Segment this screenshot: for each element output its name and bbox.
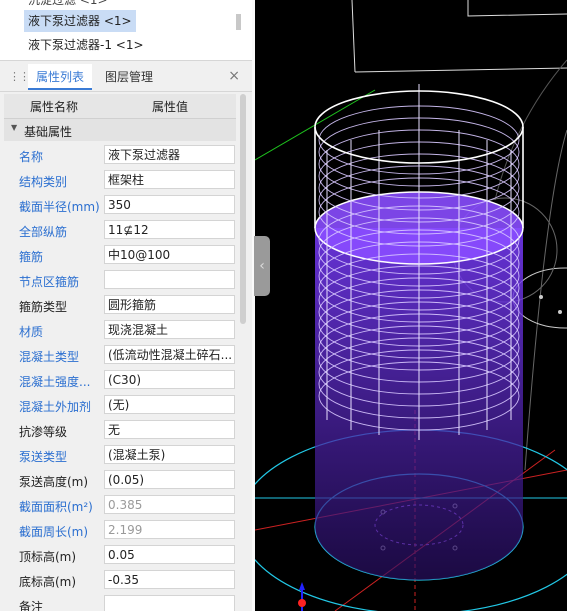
property-value[interactable]: 无 <box>104 420 235 439</box>
property-row: 泵送高度(m) (0.05) <box>4 468 236 493</box>
property-name[interactable]: 名称 <box>19 148 43 165</box>
property-name: 顶标高(m) <box>19 550 77 564</box>
property-value[interactable]: (无) <box>104 395 235 414</box>
property-row: 混凝土类型 (低流动性混凝土碎石... <box>4 343 236 368</box>
property-value[interactable]: 350 <box>104 195 235 214</box>
property-row: 节点区箍筋 <box>4 268 236 293</box>
property-value[interactable]: (混凝土泵) <box>104 445 235 464</box>
property-row: 顶标高(m) 0.05 <box>4 543 236 568</box>
property-name: 泵送高度(m) <box>19 475 89 489</box>
property-name: 箍筋类型 <box>19 300 68 314</box>
property-value[interactable]: -0.35 <box>104 570 235 589</box>
property-row: 备注 <box>4 593 236 611</box>
property-name: 抗渗等级 <box>19 425 68 439</box>
property-name[interactable]: 混凝土强度... <box>19 373 90 390</box>
close-icon[interactable]: × <box>228 68 240 84</box>
property-name[interactable]: 泵送类型 <box>19 448 67 465</box>
collapse-panel-button[interactable]: ‹ <box>254 236 270 296</box>
property-value[interactable]: 液下泵过滤器 <box>104 145 235 164</box>
tab-bar: ⋮⋮ 属性列表 图层管理 × <box>0 64 252 92</box>
3d-viewport[interactable] <box>255 0 567 611</box>
property-value[interactable]: 框架柱 <box>104 170 235 189</box>
property-value[interactable]: (低流动性混凝土碎石... <box>104 345 235 364</box>
property-name[interactable]: 截面周长(m) <box>19 523 88 540</box>
tree-scrollbar[interactable] <box>236 14 241 30</box>
property-row: 混凝土外加剂 (无) <box>4 393 236 418</box>
property-scrollbar[interactable] <box>240 94 246 324</box>
property-value[interactable] <box>104 595 235 611</box>
property-value[interactable] <box>104 270 235 289</box>
property-name: 底标高(m) <box>19 575 77 589</box>
tab-layer-management[interactable]: 图层管理 <box>97 64 161 90</box>
property-row: 材质 现浇混凝土 <box>4 318 236 343</box>
property-row: 名称 液下泵过滤器 <box>4 143 236 168</box>
property-panel: 沉淀过滤 <1> 液下泵过滤器 <1> 液下泵过滤器-1 <1> ⋮⋮ 属性列表… <box>0 0 252 611</box>
property-name[interactable]: 箍筋 <box>19 248 43 265</box>
property-row: 混凝土强度... (C30) <box>4 368 236 393</box>
property-name[interactable]: 截面半径(mm) <box>19 198 100 215</box>
property-row: 结构类别 框架柱 <box>4 168 236 193</box>
property-name: 备注 <box>19 600 44 611</box>
property-value[interactable]: 圆形箍筋 <box>104 295 235 314</box>
property-value[interactable]: (C30) <box>104 370 235 389</box>
property-name[interactable]: 材质 <box>19 323 43 340</box>
property-row: 截面半径(mm) 350 <box>4 193 236 218</box>
collapse-arrow-icon[interactable]: ▼ <box>11 123 17 132</box>
property-row: 截面周长(m) 2.199 <box>4 518 236 543</box>
property-value: 0.385 <box>104 495 235 514</box>
property-row: 泵送类型 (混凝土泵) <box>4 443 236 468</box>
property-group-label: 基础属性 <box>24 125 73 139</box>
property-row: 截面面积(m²) 0.385 <box>4 493 236 518</box>
property-value-header: 属性值 <box>152 100 189 114</box>
drag-grip-icon[interactable]: ⋮⋮ <box>9 70 30 83</box>
property-name[interactable]: 节点区箍筋 <box>19 273 79 290</box>
property-table-header: 属性名称 属性值 <box>4 94 236 119</box>
property-value[interactable]: 现浇混凝土 <box>104 320 235 339</box>
property-group-basic[interactable]: ▼ 基础属性 <box>4 119 236 141</box>
property-row: 抗渗等级 无 <box>4 418 236 443</box>
property-name[interactable]: 结构类别 <box>19 173 67 190</box>
property-row: 底标高(m) -0.35 <box>4 568 236 593</box>
tree-item-1[interactable]: 液下泵过滤器 <1> <box>24 10 136 32</box>
property-name[interactable]: 全部纵筋 <box>19 223 67 240</box>
tab-property-list[interactable]: 属性列表 <box>28 64 93 90</box>
property-name[interactable]: 截面面积(m²) <box>19 498 93 515</box>
property-name-header: 属性名称 <box>30 100 79 114</box>
property-value: 2.199 <box>104 520 235 539</box>
axis-gizmo-icon <box>298 582 306 611</box>
property-row: 箍筋 中10@100 <box>4 243 236 268</box>
property-value[interactable]: 0.05 <box>104 545 235 564</box>
property-value[interactable]: (0.05) <box>104 470 235 489</box>
property-value[interactable]: 中10@100 <box>104 245 235 264</box>
property-row: 全部纵筋 11⊈12 <box>4 218 236 243</box>
component-tree: 沉淀过滤 <1> 液下泵过滤器 <1> 液下泵过滤器-1 <1> <box>0 0 252 61</box>
property-name[interactable]: 混凝土类型 <box>19 348 79 365</box>
property-name[interactable]: 混凝土外加剂 <box>19 398 91 415</box>
tree-item-2[interactable]: 液下泵过滤器-1 <1> <box>24 34 148 56</box>
3d-model-view[interactable] <box>255 0 567 611</box>
property-row: 箍筋类型 圆形箍筋 <box>4 293 236 318</box>
property-value[interactable]: 11⊈12 <box>104 220 235 239</box>
